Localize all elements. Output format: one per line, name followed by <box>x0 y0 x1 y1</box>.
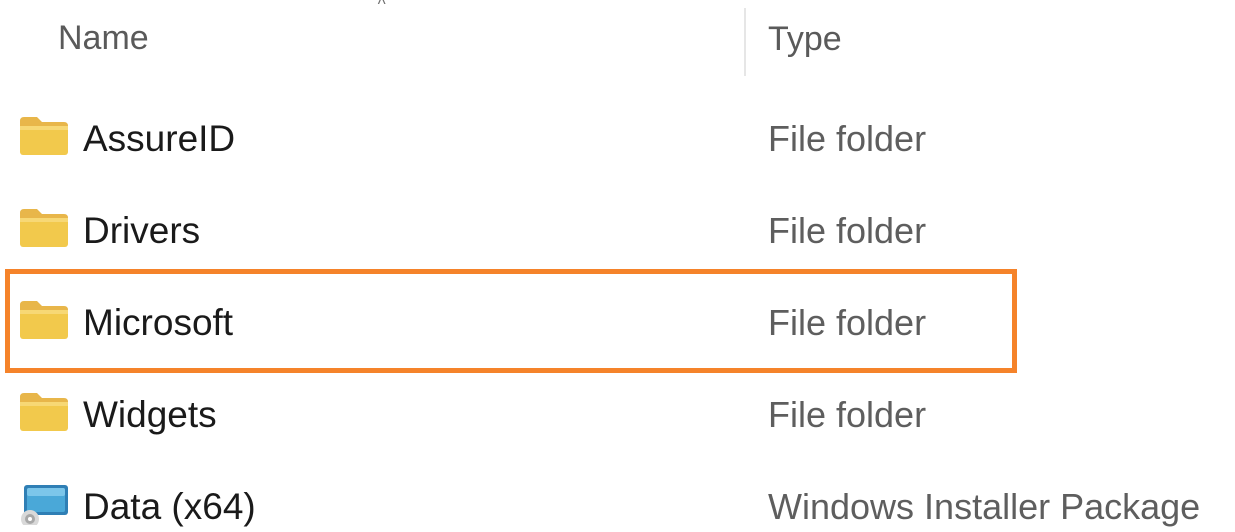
folder-icon <box>20 393 68 431</box>
folder-icon <box>20 117 68 155</box>
installer-package-icon <box>21 485 68 525</box>
file-row-microsoft[interactable]: Microsoft File folder <box>0 276 1235 368</box>
file-type: File folder <box>768 210 927 251</box>
file-row-drivers[interactable]: Drivers File folder <box>0 184 1235 276</box>
file-list: AssureID File folder Drivers File folder… <box>0 92 1235 532</box>
file-type: File folder <box>768 394 927 435</box>
folder-icon <box>20 209 68 247</box>
file-name: Drivers <box>83 210 201 251</box>
file-name: Data (x64) <box>83 486 256 527</box>
column-header-name[interactable]: Name <box>58 16 149 60</box>
file-type: File folder <box>768 302 927 343</box>
file-row-widgets[interactable]: Widgets File folder <box>0 368 1235 460</box>
file-name: Microsoft <box>83 302 234 343</box>
file-row-assureid[interactable]: AssureID File folder <box>0 92 1235 184</box>
sort-indicator-icon: ˄ <box>377 0 387 10</box>
file-name: Widgets <box>83 394 217 435</box>
column-divider[interactable] <box>744 8 746 76</box>
folder-icon <box>20 301 68 339</box>
file-row-data-x64[interactable]: Data (x64) Windows Installer Package <box>0 460 1235 532</box>
file-type: File folder <box>768 118 927 159</box>
column-header-type[interactable]: Type <box>768 17 842 61</box>
file-name: AssureID <box>83 118 236 159</box>
file-type: Windows Installer Package <box>768 486 1201 527</box>
column-header-bar: ˄ Name Type <box>0 0 1235 80</box>
